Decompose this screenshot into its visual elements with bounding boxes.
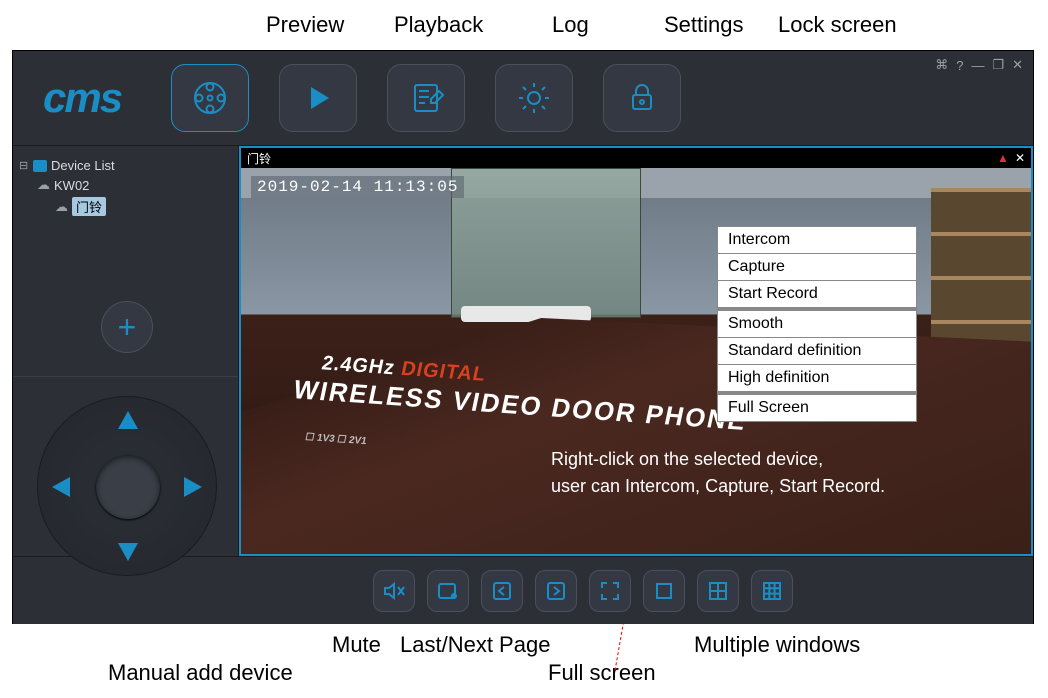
help-icon[interactable]: ? bbox=[956, 58, 963, 73]
prev-page-icon bbox=[490, 579, 514, 603]
ctx-sd[interactable]: Standard definition bbox=[718, 338, 916, 365]
annotation-settings: Settings bbox=[664, 12, 744, 38]
quad-window-icon bbox=[706, 579, 730, 603]
ctx-hd[interactable]: High definition bbox=[718, 365, 916, 392]
annotation-log: Log bbox=[552, 12, 589, 38]
prev-page-button[interactable] bbox=[481, 570, 523, 612]
hint-line2: user can Intercom, Capture, Start Record… bbox=[551, 473, 885, 500]
fullscreen-icon bbox=[598, 579, 622, 603]
main-nav bbox=[171, 64, 681, 132]
tree-device[interactable]: ☁ 门铃 bbox=[55, 195, 232, 218]
hint-line1: Right-click on the selected device, bbox=[551, 446, 885, 473]
ctx-smooth[interactable]: Smooth bbox=[718, 308, 916, 338]
annotation-page: Last/Next Page bbox=[400, 632, 550, 658]
window-controls: ⌘ ? — ❐ ✕ bbox=[935, 57, 1023, 73]
main-area: ⊟ Device List ☁ KW02 ☁ 门铃 + bbox=[13, 146, 1033, 556]
annotation-multi: Multiple windows bbox=[694, 632, 860, 658]
mute-button[interactable] bbox=[373, 570, 415, 612]
ptz-up-button[interactable] bbox=[118, 411, 138, 429]
lock-icon bbox=[621, 77, 663, 119]
maximize-icon[interactable]: ❐ bbox=[992, 57, 1004, 73]
next-page-icon bbox=[544, 579, 568, 603]
plus-icon: + bbox=[118, 309, 137, 346]
playback-button[interactable] bbox=[279, 64, 357, 132]
layout-1-button[interactable] bbox=[643, 570, 685, 612]
ptz-right-button[interactable] bbox=[184, 477, 202, 497]
tree-root[interactable]: ⊟ Device List bbox=[19, 156, 232, 175]
ptz-left-button[interactable] bbox=[52, 477, 70, 497]
ctx-fullscreen[interactable]: Full Screen bbox=[718, 392, 916, 421]
annotation-mute: Mute bbox=[332, 632, 381, 658]
single-window-icon bbox=[652, 579, 676, 603]
next-page-button[interactable] bbox=[535, 570, 577, 612]
play-icon bbox=[297, 77, 339, 119]
lock-screen-button[interactable] bbox=[603, 64, 681, 132]
sidebar: ⊟ Device List ☁ KW02 ☁ 门铃 + bbox=[13, 146, 239, 556]
layout-9-button[interactable] bbox=[751, 570, 793, 612]
annotation-preview: Preview bbox=[266, 12, 344, 38]
annotation-fullscreen: Full screen bbox=[548, 660, 656, 686]
app-logo: cms bbox=[43, 74, 121, 122]
scene-glass bbox=[451, 168, 641, 318]
switch-monitor-icon[interactable]: ⌘ bbox=[935, 57, 948, 73]
tree-root-label: Device List bbox=[51, 158, 115, 173]
ptz-down-button[interactable] bbox=[118, 543, 138, 561]
video-titlebar: 门铃 ▲ ✕ bbox=[241, 148, 1031, 168]
nine-window-icon bbox=[760, 579, 784, 603]
tree-device-label: 门铃 bbox=[72, 197, 106, 216]
snapshot-icon bbox=[436, 579, 460, 603]
layout-4-button[interactable] bbox=[697, 570, 739, 612]
ptz-center-button[interactable] bbox=[96, 455, 160, 519]
snapshot-button[interactable] bbox=[427, 570, 469, 612]
video-timestamp-osd: 2019-02-14 11:13:05 bbox=[251, 176, 464, 198]
minimize-icon[interactable]: — bbox=[971, 58, 984, 73]
gear-icon bbox=[513, 77, 555, 119]
cloud-icon: ☁ bbox=[37, 177, 50, 193]
alarm-icon[interactable]: ▲ bbox=[997, 151, 1009, 165]
ctx-intercom[interactable]: Intercom bbox=[718, 227, 916, 254]
ctx-start-record[interactable]: Start Record bbox=[718, 281, 916, 308]
topbar: cms bbox=[13, 51, 1033, 146]
tree-group-label: KW02 bbox=[54, 178, 89, 193]
separator bbox=[13, 376, 238, 377]
window-close-icon[interactable]: ✕ bbox=[1012, 57, 1023, 73]
app-window: cms bbox=[12, 50, 1034, 624]
folder-icon bbox=[33, 160, 47, 172]
ptz-dpad bbox=[37, 396, 217, 576]
video-title-text: 门铃 bbox=[247, 150, 271, 167]
collapse-icon[interactable]: ⊟ bbox=[19, 159, 29, 172]
settings-button[interactable] bbox=[495, 64, 573, 132]
annotation-manual-add: Manual add device bbox=[108, 660, 293, 686]
device-tree: ⊟ Device List ☁ KW02 ☁ 门铃 bbox=[13, 146, 238, 218]
context-menu: Intercom Capture Start Record Smooth Sta… bbox=[717, 226, 917, 422]
ctx-capture[interactable]: Capture bbox=[718, 254, 916, 281]
manual-add-device-button[interactable]: + bbox=[101, 301, 153, 353]
note-pencil-icon bbox=[405, 77, 447, 119]
log-button[interactable] bbox=[387, 64, 465, 132]
fullscreen-button[interactable] bbox=[589, 570, 631, 612]
camera-icon: ☁ bbox=[55, 199, 68, 215]
annotation-playback: Playback bbox=[394, 12, 483, 38]
help-hint: Right-click on the selected device, user… bbox=[551, 446, 885, 500]
mute-icon bbox=[382, 579, 406, 603]
film-reel-icon bbox=[189, 77, 231, 119]
tree-group[interactable]: ☁ KW02 bbox=[37, 175, 232, 195]
video-close-icon[interactable]: ✕ bbox=[1015, 151, 1025, 165]
preview-button[interactable] bbox=[171, 64, 249, 132]
annotation-lock: Lock screen bbox=[778, 12, 897, 38]
video-pane[interactable]: 门铃 ▲ ✕ 2.4GHz DIGITAL WIRELESS VIDEO DOO… bbox=[239, 146, 1033, 556]
